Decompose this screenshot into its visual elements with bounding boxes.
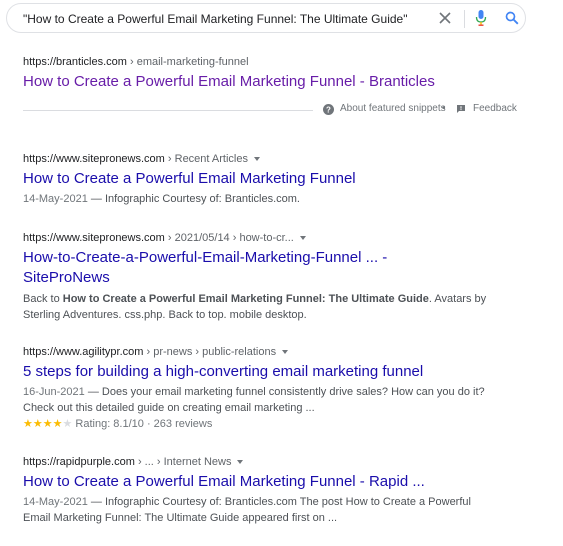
rating-line: ★★★★★ Rating: 8.1/10 · 263 reviews [23,416,543,432]
result-path: › email-marketing-funnel [126,56,249,68]
chevron-down-icon[interactable] [282,350,289,355]
result-domain: https://rapidpurple.com [23,456,135,468]
chevron-down-icon[interactable] [237,460,244,465]
result-snippet-text: . Avatars by [428,293,487,305]
result-title-link[interactable]: 5 steps for building a high-converting e… [23,362,543,382]
result-domain: https://www.sitepronews.com [23,153,165,165]
star-rating: ★★★★★ [23,418,72,430]
result-snippet: 16-Jun-2021 — Does your email marketing … [23,384,543,416]
result-snippet-text: Back to [23,293,63,305]
mic-icon[interactable] [475,9,487,27]
result-path: › pr-news › public-relations [143,346,277,358]
help-icon: ? [323,104,334,115]
result-date: 14-May-2021 [23,193,88,205]
result-title-link[interactable]: How to Create a Powerful Email Marketing… [23,472,543,492]
result-snippet-highlight: How to Create a Powerful Email Marketing… [62,293,429,305]
result-domain: https://branticles.com [23,56,127,68]
result-snippet: Back to How to Create a Powerful Email M… [23,291,543,323]
result-url: https://branticles.com › email-marketing… [23,55,543,69]
search-divider [464,10,465,28]
result-title-link[interactable]: How to Create a Powerful Email Marketing… [23,169,543,189]
result-snippet-text: — Infographic Courtesy of: Branticles.co… [87,193,300,205]
result-snippet-text: — Infographic Courtesy of: Branticles.co… [87,496,471,508]
chevron-down-icon[interactable] [299,236,306,241]
svg-text:?: ? [326,106,331,115]
feedback-icon [457,105,465,113]
result-url: https://www.sitepronews.com › 2021/05/14… [23,231,543,245]
feedback-link[interactable]: Feedback [473,102,517,116]
search-result: https://www.sitepronews.com › 2021/05/14… [23,231,543,323]
divider [23,110,313,111]
separator-dot: • [442,103,446,114]
result-date: 14-May-2021 [23,496,88,508]
search-bar: "How to Create a Powerful Email Marketin… [6,3,526,33]
result-snippet-text: — Does your email marketing funnel consi… [84,386,485,398]
result-snippet-text: Email Marketing Funnel: The Ultimate Gui… [23,512,338,524]
result-domain: https://www.sitepronews.com [23,232,165,244]
result-snippet-text: Check out this detailed guide on creatin… [23,402,315,414]
result-title-line: SiteProNews [23,269,110,286]
search-result: https://www.sitepronews.com › Recent Art… [23,152,543,207]
result-title-line: How-to-Create-a-Powerful-Email-Marketing… [23,249,388,266]
result-title-link[interactable]: How to Create a Powerful Email Marketing… [23,72,543,92]
featured-snippet-footer: ? About featured snippets • Feedback [23,100,517,118]
rating-text: Rating: 8.1/10 · 263 reviews [75,418,213,430]
about-featured-snippets-link[interactable]: About featured snippets [340,102,446,116]
search-input[interactable]: "How to Create a Powerful Email Marketin… [23,10,423,28]
result-date: 16-Jun-2021 [23,386,85,398]
result-snippet: 14-May-2021 — Infographic Courtesy of: B… [23,191,543,207]
result-path: › ... › Internet News [134,456,232,468]
result-domain: https://www.agilitypr.com [23,346,144,358]
chevron-down-icon[interactable] [253,157,260,162]
search-result: https://www.agilitypr.com › pr-news › pu… [23,345,543,432]
search-results-page: "How to Create a Powerful Email Marketin… [0,0,563,546]
featured-snippet: https://branticles.com › email-marketing… [23,55,543,92]
star-empty-icon: ★ [62,418,73,430]
result-url: https://www.agilitypr.com › pr-news › pu… [23,345,543,359]
result-snippet-text: Sterling Adventures. css.php. Back to to… [23,309,307,321]
result-path: › Recent Articles [164,153,248,165]
result-path: › 2021/05/14 › how-to-cr... [164,232,294,244]
search-result: https://rapidpurple.com › ... › Internet… [23,455,543,526]
result-snippet: 14-May-2021 — Infographic Courtesy of: B… [23,494,543,526]
search-icon[interactable] [505,11,519,25]
result-url: https://www.sitepronews.com › Recent Art… [23,152,543,166]
star-filled-icon: ★★★★ [23,418,63,430]
clear-icon[interactable] [438,11,452,25]
result-url: https://rapidpurple.com › ... › Internet… [23,455,543,469]
result-title-link[interactable]: How-to-Create-a-Powerful-Email-Marketing… [23,248,543,288]
